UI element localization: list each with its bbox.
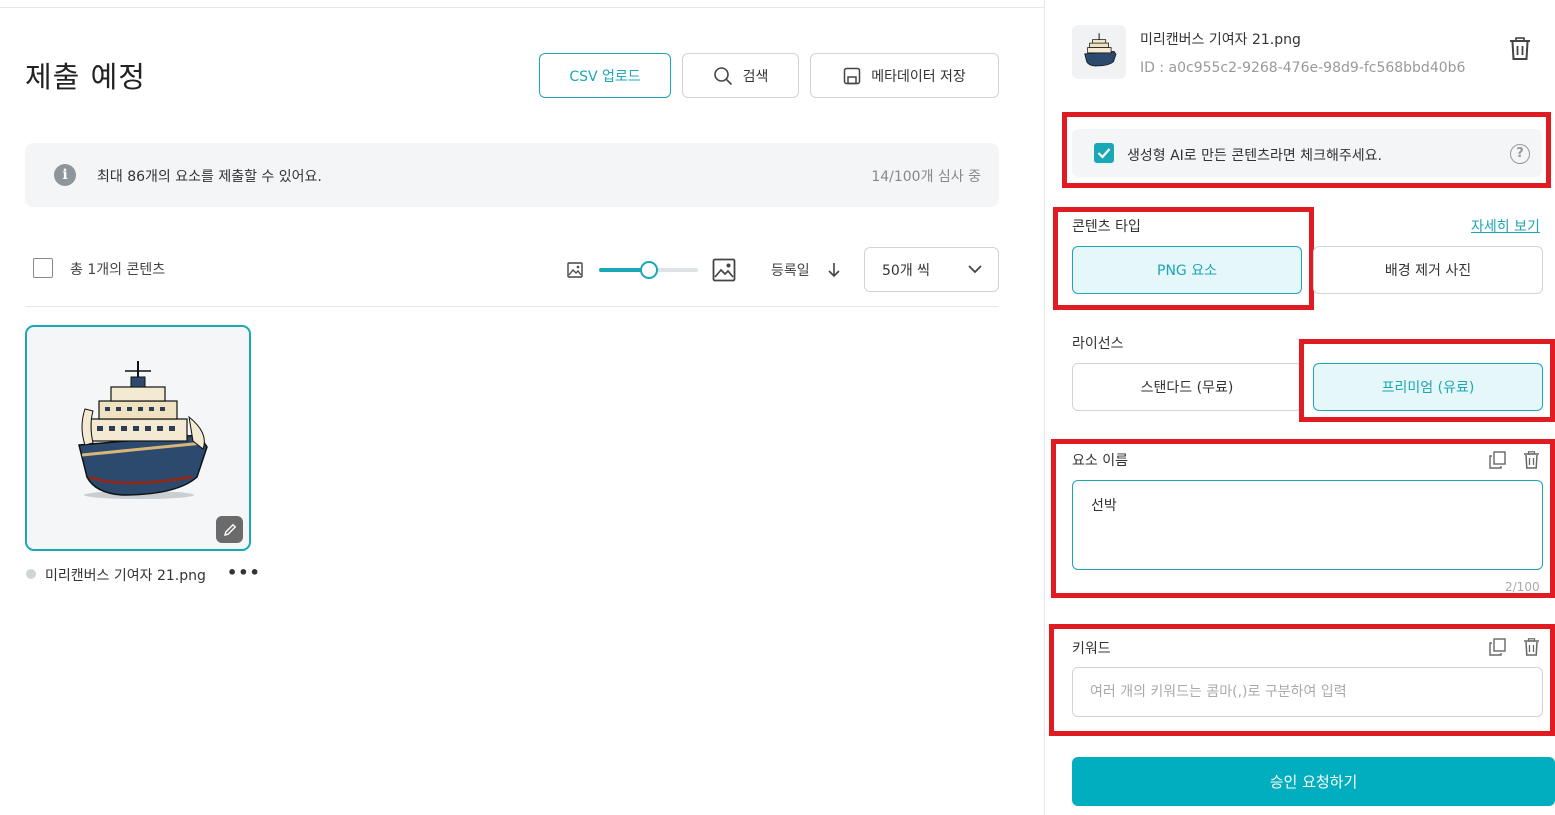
ai-generated-label: 생성형 AI로 만든 콘텐츠라면 체크해주세요.: [1127, 148, 1382, 164]
license-standard-option[interactable]: 스탠다드 (무료): [1072, 363, 1302, 411]
panel-divider: [1044, 0, 1045, 815]
search-icon: [713, 66, 732, 85]
image-small-icon[interactable]: [567, 262, 583, 278]
ship-thumbnail-image: [1084, 33, 1117, 67]
content-type-png-option[interactable]: PNG 요소: [1072, 246, 1302, 294]
request-approval-label: 승인 요청하기: [1269, 773, 1358, 791]
save-metadata-label: 메타데이터 저장: [871, 68, 966, 85]
request-approval-button[interactable]: 승인 요청하기: [1072, 757, 1555, 806]
copy-icon[interactable]: [1489, 451, 1506, 469]
review-status: 14/100개 심사 중: [871, 169, 981, 185]
info-banner: i 최대 86개의 요소를 제출할 수 있어요. 14/100개 심사 중: [25, 143, 999, 207]
sort-down-arrow-icon[interactable]: [826, 261, 842, 279]
list-divider: [25, 306, 999, 307]
trash-icon[interactable]: [1523, 451, 1540, 469]
ai-generated-checkbox[interactable]: [1094, 143, 1114, 163]
chevron-down-icon: [968, 265, 982, 274]
content-type-label: 콘텐츠 타입: [1072, 219, 1141, 235]
license-premium-option[interactable]: 프리미엄 (유료): [1313, 363, 1543, 411]
selected-thumbnail: [1072, 25, 1126, 79]
info-message: 최대 86개의 요소를 제출할 수 있어요.: [97, 169, 322, 185]
top-divider: [0, 7, 1044, 8]
total-count-label: 총 1개의 콘텐츠: [70, 262, 166, 278]
element-name-label: 요소 이름: [1072, 453, 1128, 469]
keywords-input[interactable]: [1072, 667, 1543, 717]
check-icon: [1097, 148, 1111, 159]
element-name-field[interactable]: 선박: [1072, 480, 1543, 570]
page-size-value: 50개 씩: [882, 262, 931, 279]
search-button[interactable]: 검색: [682, 53, 799, 98]
keywords-label: 키워드: [1072, 641, 1111, 657]
element-name-char-count: 2/100: [1505, 580, 1540, 594]
content-type-bg-removed-option[interactable]: 배경 제거 사진: [1313, 246, 1543, 294]
copy-keywords-icon[interactable]: [1489, 638, 1506, 656]
content-file-name: 미리캔버스 기여자 21.png: [45, 568, 206, 584]
license-label: 라이선스: [1072, 336, 1124, 352]
csv-upload-label: CSV 업로드: [569, 68, 641, 85]
status-dot: [26, 569, 36, 579]
sort-label[interactable]: 등록일: [771, 260, 810, 280]
image-large-icon[interactable]: [712, 258, 736, 282]
save-metadata-button[interactable]: 메타데이터 저장: [810, 53, 999, 98]
ship-image: [78, 361, 208, 499]
help-icon[interactable]: ?: [1510, 144, 1530, 164]
csv-upload-button[interactable]: CSV 업로드: [539, 53, 671, 98]
delete-file-trash-icon[interactable]: [1509, 37, 1531, 61]
page-size-select[interactable]: 50개 씩: [864, 247, 999, 292]
thumb-size-slider-handle[interactable]: [639, 261, 658, 279]
selected-file-name: 미리캔버스 기여자 21.png: [1140, 32, 1301, 48]
save-icon: [843, 67, 861, 84]
selected-file-id: ID : a0c955c2-9268-476e-98d9-fc568bbd40b…: [1140, 60, 1466, 76]
detail-link[interactable]: 자세히 보기: [1471, 216, 1540, 236]
more-options-button[interactable]: •••: [227, 563, 261, 582]
delete-keywords-trash-icon[interactable]: [1523, 638, 1540, 656]
pencil-icon: [223, 523, 236, 536]
page-title: 제출 예정: [25, 60, 146, 94]
select-all-checkbox[interactable]: [33, 258, 53, 278]
info-icon: i: [54, 164, 76, 186]
edit-button[interactable]: [216, 516, 243, 543]
search-label: 검색: [742, 68, 769, 85]
